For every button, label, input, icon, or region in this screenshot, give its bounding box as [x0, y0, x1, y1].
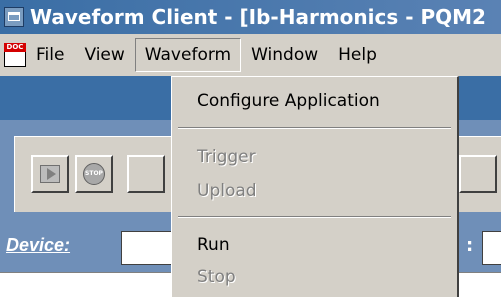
connect-icon [40, 165, 60, 183]
connect-button[interactable] [31, 155, 69, 193]
menu-item-stop[interactable]: Stop [173, 259, 456, 295]
menu-item-trigger[interactable]: Trigger [173, 139, 456, 175]
menu-item-configure-application[interactable]: Configure Application [173, 83, 456, 119]
toolbar-button-right[interactable] [459, 155, 497, 193]
window-title: Waveform Client - [Ib-Harmonics - PQM2 [30, 5, 486, 29]
menu-waveform[interactable]: Waveform [134, 38, 242, 72]
document-icon-tag: DOC [4, 43, 26, 52]
menu-item-upload[interactable]: Upload [173, 173, 456, 209]
device-label: Device: [6, 235, 71, 255]
menu-separator [178, 127, 451, 129]
right-input[interactable] [482, 231, 501, 265]
menu-file[interactable]: File [32, 40, 74, 70]
title-bar[interactable]: Waveform Client - [Ib-Harmonics - PQM2 [0, 0, 501, 34]
waveform-menu-dropdown: Configure Application Trigger Upload Run… [171, 76, 459, 297]
app-icon[interactable] [4, 7, 24, 27]
stop-button[interactable]: STOP [75, 155, 113, 193]
toolbar-button-3[interactable] [127, 155, 165, 193]
document-icon[interactable]: DOC [4, 43, 26, 67]
menu-bar: DOC File View Waveform Window Help [0, 34, 501, 76]
menu-item-run[interactable]: Run [173, 227, 456, 263]
menu-window[interactable]: Window [241, 40, 328, 70]
menu-separator [178, 216, 451, 218]
menu-view[interactable]: View [74, 40, 134, 70]
menu-help[interactable]: Help [328, 40, 387, 70]
right-field-colon: : [466, 235, 474, 256]
stop-icon: STOP [83, 163, 105, 185]
